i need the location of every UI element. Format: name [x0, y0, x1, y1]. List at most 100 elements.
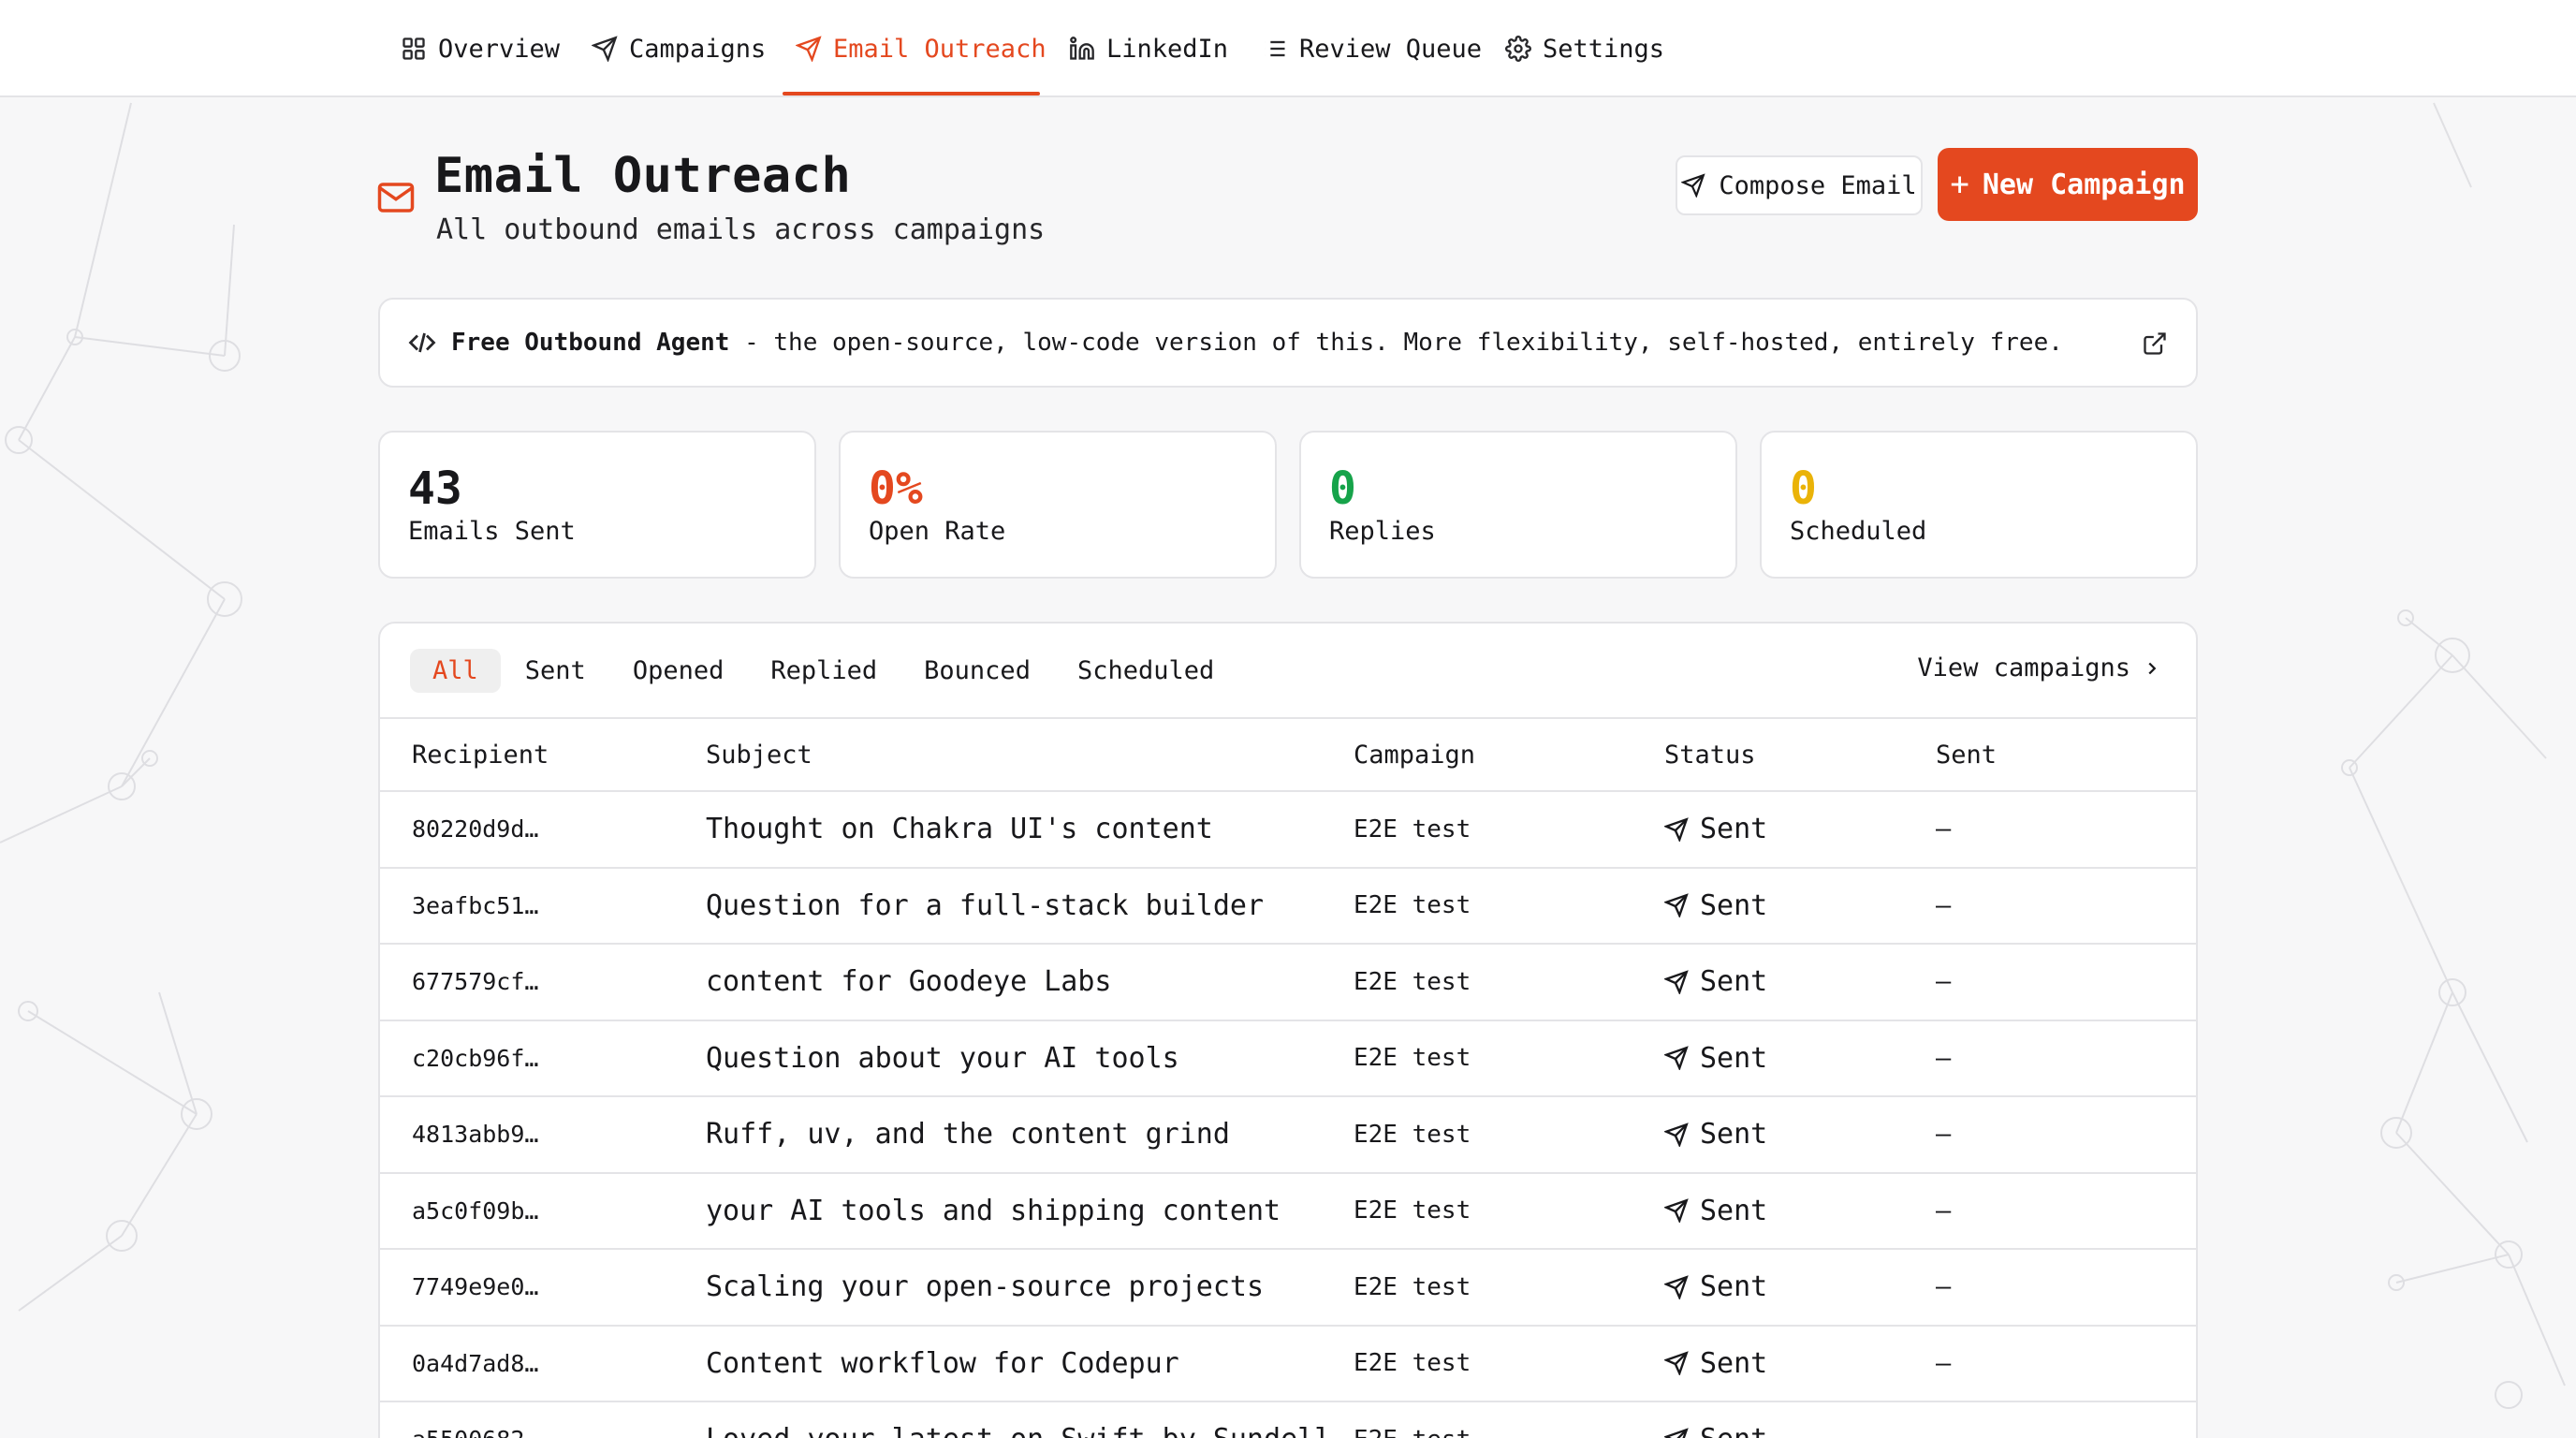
subject-cell: Loved your latest on Swift by Sundell: [706, 1402, 1331, 1438]
recipient-cell: a5500682…: [412, 1402, 538, 1438]
sent-cell: –: [1936, 1043, 1952, 1073]
mail-icon: [376, 178, 416, 217]
status-cell: Sent: [1664, 1097, 1767, 1172]
tab-overview[interactable]: Overview: [388, 0, 573, 97]
table-row[interactable]: 3eafbc51… Question for a full-stack build…: [380, 869, 2196, 945]
table-row[interactable]: 80220d9d… Thought on Chakra UI's content E…: [380, 792, 2196, 869]
sent-cell: –: [1936, 814, 1952, 844]
stat-label: Open Rate: [869, 517, 1006, 546]
campaign-cell: E2E test: [1354, 967, 1471, 996]
stat-value: 0: [1329, 462, 1356, 515]
recipient-cell: 0a4d7ad8…: [412, 1349, 539, 1377]
campaign-cell: E2E test: [1354, 1349, 1471, 1378]
tab-campaigns[interactable]: Campaigns: [578, 0, 779, 97]
subject-cell: Content workflow for Codepur: [706, 1346, 1179, 1380]
new-campaign-button[interactable]: + New Campaign: [1938, 148, 2198, 221]
stat-value: 0: [1790, 462, 1817, 515]
subject-cell: Question for a full-stack builder: [706, 888, 1265, 922]
send-icon: [1664, 1046, 1689, 1071]
code-icon: [408, 332, 436, 353]
table-row[interactable]: c20cb96f… Question about your AI tools E2E…: [380, 1021, 2196, 1097]
table-row[interactable]: 0a4d7ad8… Content workflow for Codepur E2E…: [380, 1327, 2196, 1402]
filter-sent[interactable]: Sent: [503, 649, 608, 693]
table-row[interactable]: a5c0f09b… your AI tools and shipping cont…: [380, 1174, 2196, 1250]
subject-cell: your AI tools and shipping content: [706, 1194, 1281, 1227]
recipient-cell: 80220d9d…: [412, 815, 539, 844]
send-icon: [1664, 1198, 1689, 1224]
send-icon: [1664, 1427, 1689, 1438]
status-cell: Sent: [1664, 1021, 1767, 1096]
table-row[interactable]: a5500682… Loved your latest on Swift by S…: [380, 1402, 2196, 1438]
tab-review-queue[interactable]: Review Queue: [1249, 0, 1495, 97]
filter-scheduled[interactable]: Scheduled: [1055, 649, 1237, 693]
recipient-cell: c20cb96f…: [412, 1044, 539, 1072]
tab-email-outreach[interactable]: Email Outreach: [783, 0, 1060, 97]
campaign-cell: E2E test: [1354, 1196, 1471, 1225]
grid-icon: [402, 37, 425, 60]
campaign-cell: E2E test: [1354, 891, 1471, 920]
status-label: Sent: [1700, 1423, 1767, 1438]
table-row[interactable]: 677579cf… content for Goodeye Labs E2E tes…: [380, 945, 2196, 1021]
emails-table-card: All Sent Opened Replied Bounced Schedule…: [378, 622, 2198, 1438]
view-campaigns-label: View campaigns: [1917, 653, 2130, 682]
campaign-cell: E2E test: [1354, 1402, 1471, 1438]
subject-cell: Scaling your open-source projects: [706, 1270, 1265, 1304]
banner-bold: Free Outbound Agent: [451, 329, 730, 357]
recipient-cell: a5c0f09b…: [412, 1196, 539, 1225]
filter-bounced[interactable]: Bounced: [901, 649, 1053, 693]
stat-emails-sent: 43 Emails Sent: [378, 431, 816, 579]
new-campaign-label: New Campaign: [1982, 168, 2186, 201]
sent-cell: –: [1936, 1272, 1952, 1302]
table-header: Recipient Subject Campaign Status Sent: [380, 719, 2196, 792]
sent-cell: –: [1936, 1402, 1951, 1438]
column-header-sent: Sent: [1936, 740, 1998, 770]
send-icon: [1664, 816, 1689, 842]
compose-email-button[interactable]: Compose Email: [1676, 155, 1923, 215]
status-label: Sent: [1700, 1041, 1768, 1075]
status-label: Sent: [1700, 1118, 1768, 1152]
sent-cell: –: [1936, 890, 1952, 920]
send-icon: [592, 36, 618, 62]
page-subtitle: All outbound emails across campaigns: [436, 213, 1046, 246]
sent-cell: –: [1936, 1348, 1952, 1378]
linkedin-icon: [1070, 37, 1094, 60]
send-icon: [1664, 1351, 1689, 1376]
tab-label: LinkedIn: [1106, 34, 1229, 64]
chevron-right-icon: [2148, 662, 2157, 674]
stat-label: Scheduled: [1790, 517, 1927, 546]
subject-cell: Ruff, uv, and the content grind: [706, 1118, 1230, 1152]
banner-description: - the open-source, low-code version of t…: [729, 329, 2063, 357]
tab-linkedin[interactable]: LinkedIn: [1056, 0, 1241, 97]
stat-scheduled: 0 Scheduled: [1760, 431, 2198, 579]
list-icon: [1265, 40, 1285, 57]
filter-opened[interactable]: Opened: [610, 649, 747, 693]
recipient-cell: 677579cf…: [412, 968, 539, 996]
view-campaigns-link[interactable]: View campaigns: [1917, 653, 2162, 682]
status-cell: Sent: [1664, 1327, 1767, 1401]
send-icon: [1664, 1122, 1689, 1147]
status-cell: Sent: [1664, 1250, 1767, 1325]
status-label: Sent: [1700, 965, 1768, 999]
filter-replied[interactable]: Replied: [748, 649, 900, 693]
tab-label: Settings: [1543, 34, 1665, 64]
column-header-status: Status: [1664, 740, 1756, 770]
tab-settings[interactable]: Settings: [1492, 0, 1677, 97]
subject-cell: Question about your AI tools: [706, 1041, 1179, 1075]
recipient-cell: 4813abb9…: [412, 1121, 539, 1149]
external-link-icon[interactable]: [2142, 330, 2168, 357]
sent-cell: –: [1936, 967, 1952, 997]
stat-replies: 0 Replies: [1299, 431, 1737, 579]
column-header-subject: Subject: [706, 740, 812, 770]
status-label: Sent: [1700, 1270, 1768, 1304]
send-icon: [1664, 969, 1689, 994]
stat-value: 0%: [869, 462, 923, 515]
sent-cell: –: [1936, 1196, 1952, 1225]
table-row[interactable]: 7749e9e0… Scaling your open-source projec…: [380, 1250, 2196, 1327]
column-header-recipient: Recipient: [412, 740, 549, 770]
status-label: Sent: [1700, 813, 1768, 846]
filter-all[interactable]: All: [410, 648, 501, 693]
promo-banner[interactable]: Free Outbound Agent - the open-source, l…: [378, 298, 2198, 388]
table-row[interactable]: 4813abb9… Ruff, uv, and the content grind…: [380, 1097, 2196, 1174]
tab-label: Email Outreach: [833, 34, 1046, 64]
status-cell: Sent: [1664, 945, 1767, 1020]
